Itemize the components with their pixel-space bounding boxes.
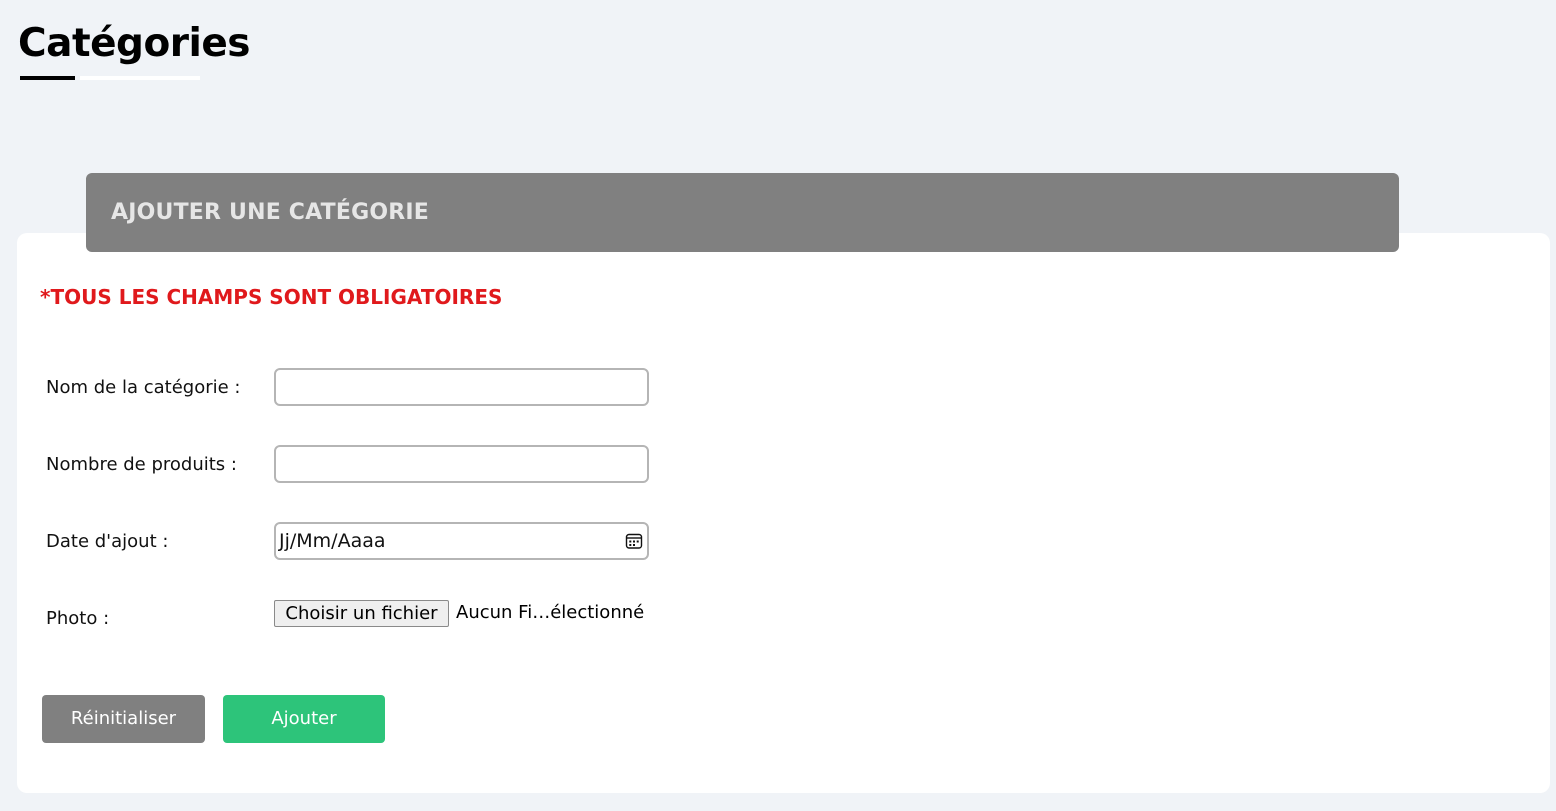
date-added-label: Date d'ajout : [46,531,169,552]
file-status-text: Aucun Fi…électionné [456,602,645,623]
page-title: Catégories [18,21,251,66]
form-header-title: AJOUTER UNE CATÉGORIE [111,200,429,225]
date-added-input[interactable]: Jj/Mm/Aaaa [274,522,649,560]
product-count-input[interactable] [274,445,649,483]
category-name-label: Nom de la catégorie : [46,377,241,398]
title-underline [80,76,200,80]
date-placeholder: Jj/Mm/Aaaa [279,530,386,552]
add-button[interactable]: Ajouter [223,695,385,743]
choose-file-button[interactable]: Choisir un fichier [274,600,449,627]
reset-button[interactable]: Réinitialiser [42,695,205,743]
calendar-icon[interactable] [625,532,643,550]
required-fields-note: *TOUS LES CHAMPS SONT OBLIGATOIRES [40,285,503,309]
form-header: AJOUTER UNE CATÉGORIE [86,173,1399,252]
product-count-label: Nombre de produits : [46,454,237,475]
photo-label: Photo : [46,608,110,629]
title-underline-accent [20,76,75,80]
category-name-input[interactable] [274,368,649,406]
